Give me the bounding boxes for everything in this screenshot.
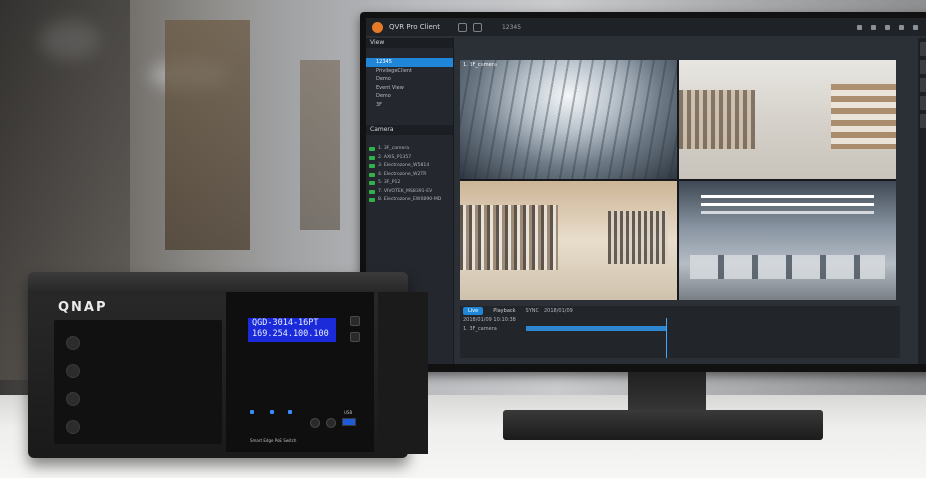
footer-label: Smart Edge PoE Switch [250,438,297,443]
camera-header: Camera [366,125,453,135]
lcd-display: QGD-3014-16PT 169.254.100.100 [248,318,336,342]
monitor: QVR Pro Client 12345 View 12345 Privilege… [360,12,926,372]
nvr-appliance: QNAP QGD-3014-16PT 169.254.100.100 USB S… [28,272,428,458]
tab-live[interactable]: Live [463,307,484,315]
sidebar-camera-item[interactable]: 2. AXIS_P1357 [366,154,453,163]
sidebar-camera-item[interactable]: 7. VIVOTEK_MS8391-EV [366,188,453,197]
event-thumb[interactable] [920,78,926,92]
date-picker[interactable]: 2018/01/09 [544,308,573,314]
lcd-down-button[interactable] [350,332,360,342]
recording-track[interactable] [526,326,666,331]
event-thumb[interactable] [920,42,926,56]
camera-tile[interactable] [679,181,896,300]
search-icon[interactable] [857,24,862,30]
drive-bay-panel [54,320,222,444]
lcd-up-button[interactable] [350,316,360,326]
sidebar-camera-item[interactable]: 5. 3F_P12 [366,179,453,188]
brand-logo: QNAP [58,300,108,315]
event-thumb[interactable] [920,114,926,128]
minimize-icon[interactable] [899,24,904,30]
app-logo-icon [372,21,383,33]
qvr-pro-client-window: QVR Pro Client 12345 View 12345 Privilege… [366,18,926,364]
sync-button[interactable]: SYNC [526,308,539,314]
network-led-icon [270,410,274,414]
monitor-stand-base [503,410,823,440]
sidebar-view-item[interactable]: 12345 [366,58,453,67]
copy-button[interactable] [326,418,336,428]
event-thumb[interactable] [920,96,926,110]
timeline-panel: Live Playback SYNC 2018/01/09 2018/01/09… [460,306,900,358]
sidebar-camera-item[interactable]: 3. Electrozone_W5814 [366,162,453,171]
tab-playback[interactable]: Playback [488,307,520,315]
usb-port[interactable] [342,418,356,426]
camera-tile[interactable] [460,181,677,300]
timestamp: 2018/01/09 10:10:38 [463,317,516,323]
camera-list: 1. 3F_camera 2. AXIS_P1357 3. Electrozone_… [366,145,453,205]
app-title: QVR Pro Client [389,23,440,31]
sidebar-camera-item[interactable]: 1. 3F_camera [366,145,453,154]
status-led-icon [250,410,254,414]
maximize-icon[interactable] [913,24,918,30]
camera-tile[interactable] [679,60,896,179]
view-list: 12345 PrivilegeClient Demo Event View Demo 3F [366,58,453,109]
camera-tools [366,135,453,145]
sidebar-view-item[interactable]: 3F [366,101,453,110]
view-selector[interactable]: 12345 [502,24,521,31]
camera-tile[interactable]: 1. 3F_camera [460,60,677,179]
sidebar-view-item[interactable]: Event View [366,84,453,93]
live-view-grid: 1. 3F_camera [460,60,896,300]
lcd-line-2: 169.254.100.100 [252,329,329,339]
search-icon[interactable] [472,22,482,32]
sidebar-view-item[interactable]: Demo [366,75,453,84]
event-panel [918,38,926,364]
usb-led-icon [288,410,292,414]
title-bar: QVR Pro Client 12345 [366,18,926,36]
nvr-top-edge [28,272,408,294]
settings-icon[interactable] [885,24,890,30]
bay-latch-icon[interactable] [66,392,80,406]
bay-latch-icon[interactable] [66,336,80,350]
usb-label: USB [344,410,353,415]
sidebar-camera-item[interactable]: 8. Electrozone_EW0890-MD [366,196,453,205]
sidebar-view-item[interactable]: Demo [366,92,453,101]
side-cover [378,292,428,454]
event-thumb[interactable] [920,60,926,74]
lcd-line-1: QGD-3014-16PT [252,318,319,328]
bay-latch-icon[interactable] [66,364,80,378]
playhead[interactable] [666,318,667,358]
power-button[interactable] [310,418,320,428]
event-icon[interactable] [457,22,467,32]
bay-latch-icon[interactable] [66,420,80,434]
view-header: View [366,38,453,48]
front-panel: QGD-3014-16PT 169.254.100.100 USB Smart … [226,292,374,452]
sidebar-camera-item[interactable]: 4. Electrozone_W2TR [366,171,453,180]
grid-layout-icon[interactable] [871,24,876,30]
view-tools [366,48,453,58]
tile-label: 1. 3F_camera [463,62,497,68]
sidebar-view-item[interactable]: PrivilegeClient [366,67,453,76]
